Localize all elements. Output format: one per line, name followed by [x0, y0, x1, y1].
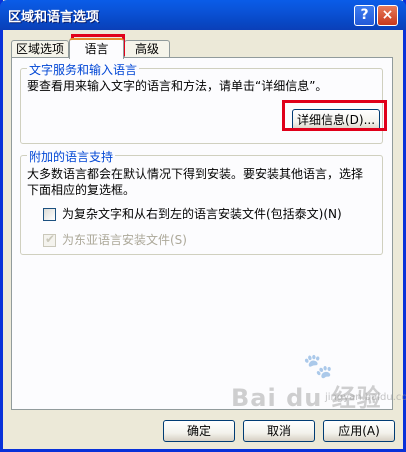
supplemental-description-line1: 大多数语言都会在默认情况下得到安装。要安装其他语言，选择 [27, 167, 364, 181]
ok-button[interactable]: 确定 [163, 420, 235, 442]
highlight-box-details [282, 100, 387, 131]
east-asian-label[interactable]: 为东亚语言安装文件(S) [62, 232, 187, 248]
window-title: 区域和语言选项 [8, 10, 100, 25]
dialog-window: 区域和语言选项 ? × 区域选项 语言 高级 文字服务和输入语言 要查看用来输入… [0, 0, 406, 452]
complex-script-label[interactable]: 为复杂文字和从右到左的语言安装文件(包括泰文)(N) [62, 206, 342, 222]
tab-panel-languages: 文字服务和输入语言 要查看用来输入文字的语言和方法，请单击“详细信息”。 详细信… [11, 57, 393, 410]
text-services-group-title: 文字服务和输入语言 [27, 61, 140, 78]
complex-script-checkbox[interactable] [43, 208, 56, 221]
apply-button[interactable]: 应用(A) [323, 420, 395, 442]
supplemental-group-title: 附加的语言支持 [27, 148, 116, 165]
question-icon: ? [360, 7, 369, 23]
paw-watermark-icon: 🐾 [303, 352, 333, 380]
title-bar[interactable]: 区域和语言选项 ? × [0, 0, 406, 30]
tab-regional-options[interactable]: 区域选项 [11, 40, 69, 58]
supplemental-language-group: 附加的语言支持 大多数语言都会在默认情况下得到安装。要安装其他语言，选择 下面相… [20, 148, 383, 255]
text-services-description: 要查看用来输入文字的语言和方法，请单击“详细信息”。 [27, 79, 328, 93]
help-button[interactable]: ? [354, 5, 375, 26]
east-asian-checkbox[interactable]: ✔ [43, 232, 56, 247]
close-icon: × [381, 7, 394, 23]
cancel-button[interactable]: 取消 [243, 420, 315, 442]
tab-advanced[interactable]: 高级 [124, 40, 170, 58]
checkmark-icon: ✔ [45, 232, 56, 246]
tab-languages[interactable]: 语言 [69, 38, 124, 59]
watermark-url: jingyan.baidu.com [325, 392, 406, 403]
close-button[interactable]: × [377, 5, 398, 26]
supplemental-description-line2: 下面相应的复选框。 [27, 183, 136, 197]
